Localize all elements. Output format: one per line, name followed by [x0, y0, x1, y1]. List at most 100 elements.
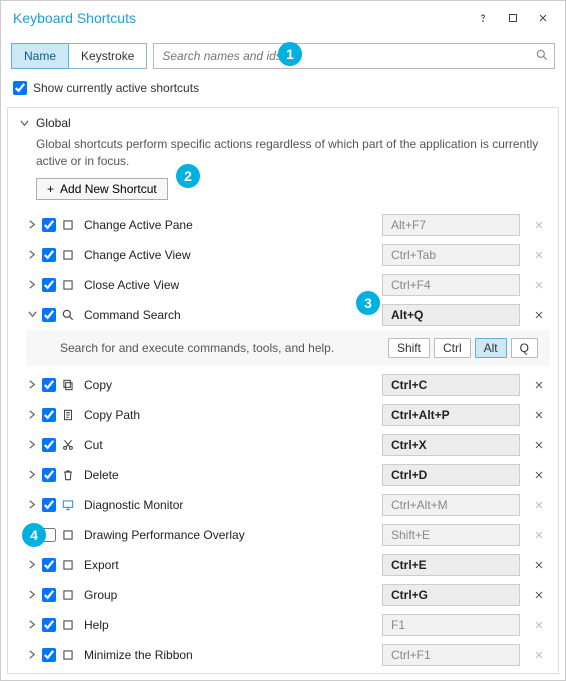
expander-icon[interactable] [26, 470, 38, 479]
shortcut-row: Export Ctrl+E [12, 550, 554, 580]
row-label: Copy [80, 378, 378, 392]
show-active-checkbox[interactable] [13, 81, 27, 95]
show-active-label: Show currently active shortcuts [33, 81, 199, 95]
clear-hotkey-button[interactable] [528, 249, 550, 261]
row-checkbox[interactable] [42, 648, 56, 662]
shortcut-row: Change Active PaneAlt+F7 [12, 210, 554, 240]
clear-hotkey-button[interactable] [528, 649, 550, 661]
clear-hotkey-button[interactable] [528, 559, 550, 571]
expander-icon[interactable] [26, 560, 38, 569]
modifier-ctrl-button[interactable]: Ctrl [434, 338, 471, 358]
doc-icon [60, 406, 76, 423]
expander-icon[interactable] [26, 380, 38, 389]
section-header[interactable]: Global [12, 112, 554, 134]
monitor-icon [60, 496, 76, 513]
chevron-down-icon[interactable] [18, 119, 30, 128]
window-title: Keyboard Shortcuts [13, 10, 136, 26]
row-checkbox[interactable] [42, 468, 56, 482]
clear-hotkey-button[interactable] [528, 219, 550, 231]
expander-icon[interactable] [26, 440, 38, 449]
hotkey-field[interactable]: Alt+F7 [382, 214, 520, 236]
close-button[interactable] [529, 7, 557, 29]
row-label: Cut [80, 438, 378, 452]
expander-icon[interactable] [26, 220, 38, 229]
clear-hotkey-button[interactable] [528, 589, 550, 601]
rows-container: Change Active PaneAlt+F7Change Active Vi… [12, 210, 554, 670]
expander-icon[interactable] [26, 650, 38, 659]
window: Keyboard Shortcuts Name Keystroke Show c… [0, 0, 566, 681]
clear-hotkey-button[interactable] [528, 529, 550, 541]
copy-icon [60, 376, 76, 393]
modifier-shift-button[interactable]: Shift [388, 338, 430, 358]
clear-hotkey-button[interactable] [528, 469, 550, 481]
expander-icon[interactable] [26, 410, 38, 419]
row-label: Group [80, 588, 378, 602]
row-label: Copy Path [80, 408, 378, 422]
row-checkbox[interactable] [42, 248, 56, 262]
modifier-q-button[interactable]: Q [511, 338, 538, 358]
shortcut-row: Diagnostic Monitor Ctrl+Alt+M [12, 490, 554, 520]
expander-icon[interactable] [26, 280, 38, 289]
hotkey-field[interactable]: Ctrl+G [382, 584, 520, 606]
expander-icon[interactable] [26, 620, 38, 629]
box-icon [60, 616, 76, 633]
callout-3: 3 [356, 291, 380, 315]
shortcut-row: Group Ctrl+G [12, 580, 554, 610]
search-icon[interactable] [535, 48, 549, 65]
row-label: Diagnostic Monitor [80, 498, 378, 512]
expander-icon[interactable] [26, 250, 38, 259]
expander-icon[interactable] [26, 590, 38, 599]
shortcut-row: Close Active ViewCtrl+F4 [12, 270, 554, 300]
hotkey-field[interactable]: Ctrl+Alt+M [382, 494, 520, 516]
hotkey-field[interactable]: Shift+E [382, 524, 520, 546]
modifier-group: ShiftCtrlAltQ [388, 338, 538, 358]
search-icon [60, 306, 76, 323]
hotkey-field[interactable]: Ctrl+D [382, 464, 520, 486]
clear-hotkey-button[interactable] [528, 279, 550, 291]
row-label: Command Search [80, 308, 378, 322]
callout-2: 2 [176, 164, 200, 188]
hotkey-field[interactable]: Alt+Q [382, 304, 520, 326]
hotkey-field[interactable]: Ctrl+E [382, 554, 520, 576]
row-checkbox[interactable] [42, 378, 56, 392]
row-checkbox[interactable] [42, 218, 56, 232]
modifier-alt-button[interactable]: Alt [475, 338, 507, 358]
row-checkbox[interactable] [42, 278, 56, 292]
maximize-button[interactable] [499, 7, 527, 29]
hotkey-field[interactable]: Ctrl+F1 [382, 644, 520, 666]
row-checkbox[interactable] [42, 498, 56, 512]
tab-name[interactable]: Name [11, 43, 69, 69]
hotkey-field[interactable]: Ctrl+C [382, 374, 520, 396]
shortcut-row: Cut Ctrl+X [12, 430, 554, 460]
hotkey-field[interactable]: Ctrl+X [382, 434, 520, 456]
clear-hotkey-button[interactable] [528, 409, 550, 421]
row-checkbox[interactable] [42, 558, 56, 572]
row-checkbox[interactable] [42, 308, 56, 322]
expander-icon[interactable] [26, 500, 38, 509]
hotkey-field[interactable]: Ctrl+F4 [382, 274, 520, 296]
box-icon [60, 246, 76, 263]
clear-hotkey-button[interactable] [528, 439, 550, 451]
clear-hotkey-button[interactable] [528, 379, 550, 391]
row-checkbox[interactable] [42, 588, 56, 602]
row-checkbox[interactable] [42, 438, 56, 452]
add-shortcut-button[interactable]: + Add New Shortcut [36, 178, 168, 200]
row-checkbox[interactable] [42, 408, 56, 422]
row-checkbox[interactable] [42, 618, 56, 632]
help-button[interactable] [469, 7, 497, 29]
hotkey-field[interactable]: Ctrl+Tab [382, 244, 520, 266]
search-input[interactable] [153, 43, 555, 69]
callout-1: 1 [278, 42, 302, 66]
shortcut-row: HelpF1 [12, 610, 554, 640]
cut-icon [60, 436, 76, 453]
shortcut-row: Command Search Alt+Q [12, 300, 554, 330]
tab-keystroke[interactable]: Keystroke [69, 43, 147, 69]
hotkey-field[interactable]: F1 [382, 614, 520, 636]
expander-icon[interactable] [26, 310, 38, 319]
hotkey-field[interactable]: Ctrl+Alt+P [382, 404, 520, 426]
clear-hotkey-button[interactable] [528, 309, 550, 321]
clear-hotkey-button[interactable] [528, 499, 550, 511]
clear-hotkey-button[interactable] [528, 619, 550, 631]
row-label: Export [80, 558, 378, 572]
row-label: Minimize the Ribbon [80, 648, 378, 662]
